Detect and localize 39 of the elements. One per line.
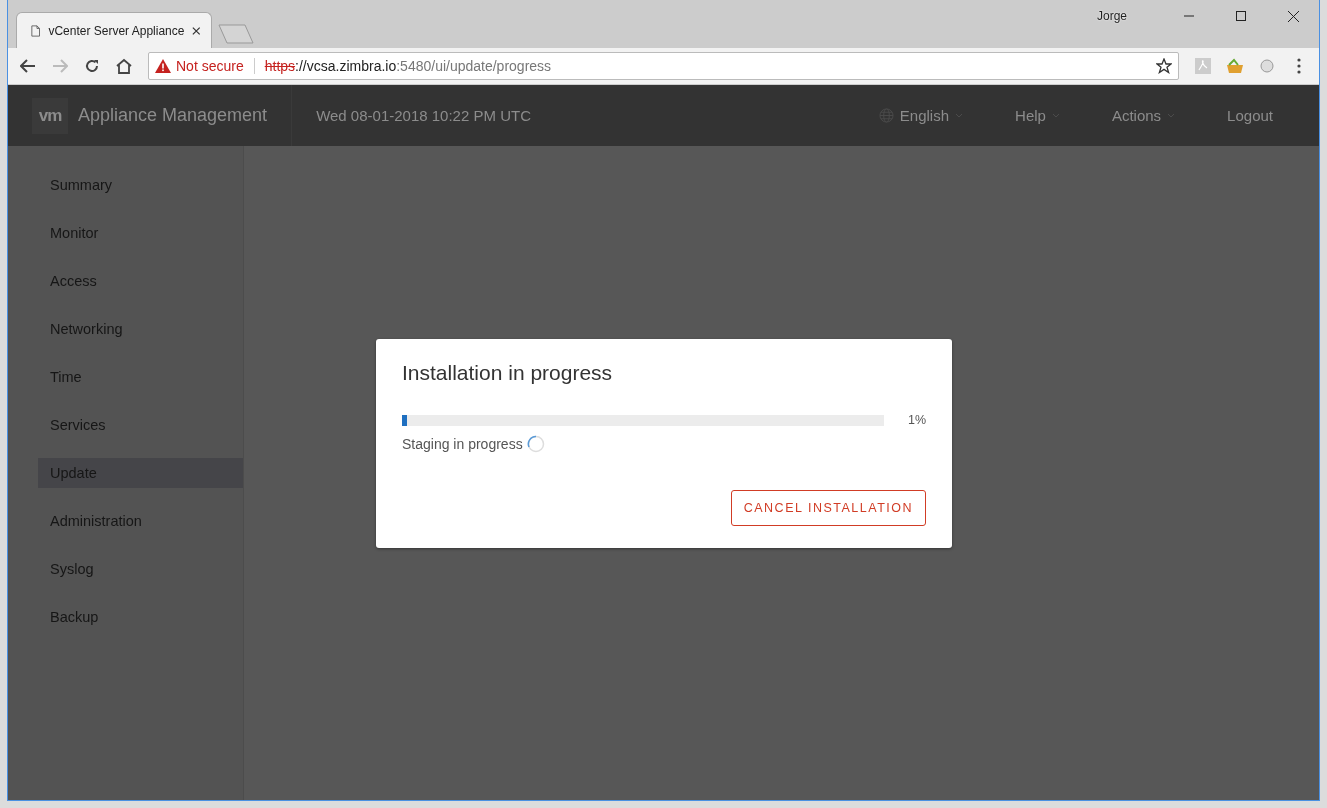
security-label[interactable]: Not secure	[176, 58, 244, 74]
home-icon[interactable]	[116, 58, 132, 74]
actions-menu[interactable]: Actions	[1105, 107, 1182, 124]
profile-name[interactable]: Jorge	[1096, 9, 1127, 23]
dialog-title: Installation in progress	[402, 361, 614, 385]
sidebar-item[interactable]: Time	[38, 362, 243, 392]
back-icon[interactable]	[20, 59, 36, 73]
sidebar-item[interactable]: Networking	[38, 314, 243, 344]
logo: vm	[32, 97, 68, 134]
help-menu[interactable]: Help	[1009, 107, 1066, 124]
close-icon[interactable]	[1287, 10, 1299, 22]
basket-extension-icon[interactable]	[1226, 58, 1244, 74]
close-icon[interactable]	[192, 25, 201, 36]
star-icon[interactable]	[1156, 58, 1172, 74]
sidebar-item[interactable]: Services	[38, 410, 243, 440]
spinner-icon	[526, 435, 545, 453]
sidebar-item[interactable]: Backup	[38, 602, 243, 632]
sidebar-item[interactable]: Access	[38, 266, 243, 296]
url-text: https://vcsa.zimbra.io:5480/ui/update/progress	[264, 58, 553, 74]
progress-percent: 1%	[908, 413, 926, 427]
address-bar[interactable]: Not secure https://vcsa.zimbra.io:5480/ui/update/progress	[148, 52, 1179, 80]
date-time: Wed 08-01-2018 10:22 PM UTC	[316, 107, 532, 124]
browser-tab[interactable]: vCenter Server Appliance	[16, 12, 212, 48]
warning-icon	[155, 59, 171, 73]
sidebar-item[interactable]: Summary	[38, 170, 243, 200]
sidebar-item[interactable]: Monitor	[38, 218, 243, 248]
reload-icon[interactable]	[84, 58, 100, 74]
caret-icon	[955, 112, 964, 119]
caret-icon	[1167, 112, 1176, 119]
maximize-icon[interactable]	[1236, 11, 1246, 21]
language-menu[interactable]: English	[872, 107, 970, 124]
status-text: Staging in progress	[402, 436, 523, 452]
page-icon	[31, 23, 41, 38]
sidebar-item[interactable]: Syslog	[38, 554, 243, 584]
logout-link[interactable]: Logout	[1221, 107, 1279, 124]
caret-icon	[1051, 112, 1060, 119]
menu-icon[interactable]	[1297, 58, 1301, 74]
sidebar-item[interactable]: Administration	[38, 506, 243, 536]
cancel-installation-button[interactable]: CANCEL INSTALLATION	[730, 490, 926, 526]
